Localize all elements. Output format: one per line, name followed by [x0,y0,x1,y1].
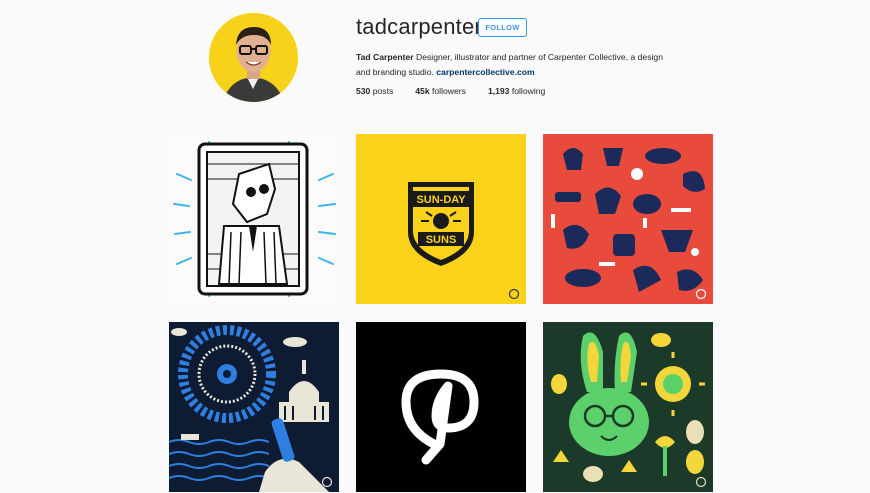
followers-count: 45k [415,86,430,96]
post-tile-capitol-night[interactable] [169,322,339,492]
capitol-ferris-wheel-night [169,322,339,492]
posts-stat: 530 posts [356,86,393,96]
badge-text-bottom: SUNS [426,234,457,246]
following-count: 1,193 [487,86,510,96]
badge-text-top: SUN-DAY [416,194,466,206]
follow-button[interactable]: FOLLOW [478,18,527,37]
post-tile-food-pattern[interactable] [543,134,713,304]
following-stat[interactable]: 1,193 following [488,86,545,96]
framed-character-illustration [169,134,339,304]
bio-text-line2: and branding studio. [356,67,434,77]
posts-label: posts [372,86,394,96]
bio-text-line1: Designer, illustrator and partner of Car… [416,52,663,62]
website-link[interactable]: carpentercollective.com [436,67,534,77]
post-tile-pinterest[interactable] [356,322,526,492]
followers-label: followers [432,86,466,96]
post-tile-sun-day-suns[interactable]: SUN-DAY SUNS [356,134,526,304]
followers-stat[interactable]: 45k followers [415,86,466,96]
profile-stats: 530 posts 45k followers 1,193 following [356,86,545,96]
profile-bio: Tad Carpenter Designer, illustrator and … [356,50,716,80]
profile-full-name: Tad Carpenter [356,52,414,62]
pinterest-logo [356,322,526,492]
green-bunny-easter [543,322,713,492]
profile-avatar[interactable] [209,13,298,102]
following-label: following [511,86,546,96]
food-and-rooster-pattern [543,134,713,304]
posts-count: 530 [356,86,371,96]
post-tile-framed-character[interactable] [169,134,339,304]
post-tile-green-bunny[interactable] [543,322,713,492]
sun-day-suns-badge: SUN-DAY SUNS [356,134,526,304]
profile-username: tadcarpenter [356,14,482,39]
